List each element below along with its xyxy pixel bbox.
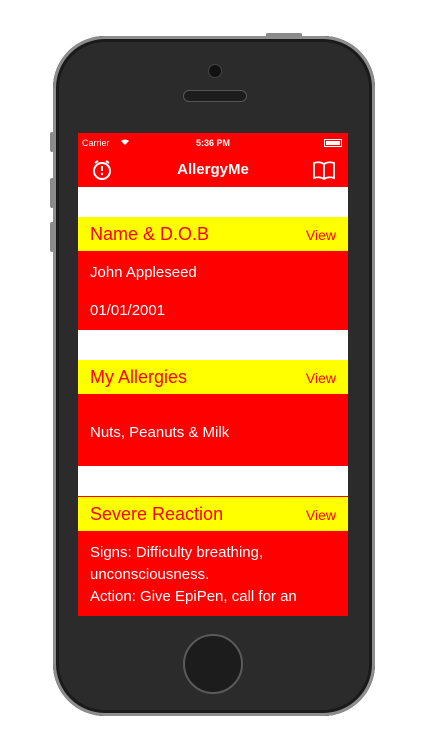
separator	[78, 466, 348, 496]
status-bar: Carrier 5:36 PM	[78, 133, 348, 153]
mute-switch	[50, 132, 54, 152]
front-camera	[208, 64, 222, 78]
app-title: AllergyMe	[177, 161, 249, 178]
view-link[interactable]: View	[306, 370, 336, 386]
book-icon[interactable]	[312, 158, 336, 182]
reaction-line: Signs: Difficulty breathing,	[90, 544, 264, 561]
section-title: Severe Reaction	[90, 504, 224, 524]
volume-down-button	[50, 222, 54, 252]
section-title: Name & D.O.B	[90, 224, 210, 244]
home-button[interactable]	[183, 634, 243, 694]
dob-value: 01/01/2001	[90, 302, 166, 319]
section-header-name-dob[interactable]: Name & D.O.B View	[78, 217, 348, 251]
nav-bar: AllergyMe	[78, 153, 348, 187]
battery-icon	[324, 139, 342, 147]
separator	[78, 187, 348, 217]
section-header-my-allergies[interactable]: My Allergies View	[78, 360, 348, 394]
section-title: My Allergies	[90, 367, 188, 387]
reaction-line: Action: Give EpiPen, call for an	[90, 588, 297, 605]
section-header-severe-reaction[interactable]: Severe Reaction View	[78, 497, 348, 531]
status-time: 5:36 PM	[195, 138, 230, 148]
reaction-line: unconsciousness.	[90, 566, 210, 583]
allergies-value: Nuts, Peanuts & Milk	[90, 424, 230, 441]
view-link[interactable]: View	[306, 227, 336, 243]
app-screen: Carrier 5:36 PM AllergyMe Name & D.O.B V…	[78, 133, 348, 616]
separator	[78, 330, 348, 360]
name-value: John Appleseed	[90, 264, 197, 281]
volume-up-button	[50, 178, 54, 208]
power-button	[266, 33, 302, 37]
earpiece-speaker	[183, 90, 247, 102]
view-link[interactable]: View	[306, 507, 336, 523]
